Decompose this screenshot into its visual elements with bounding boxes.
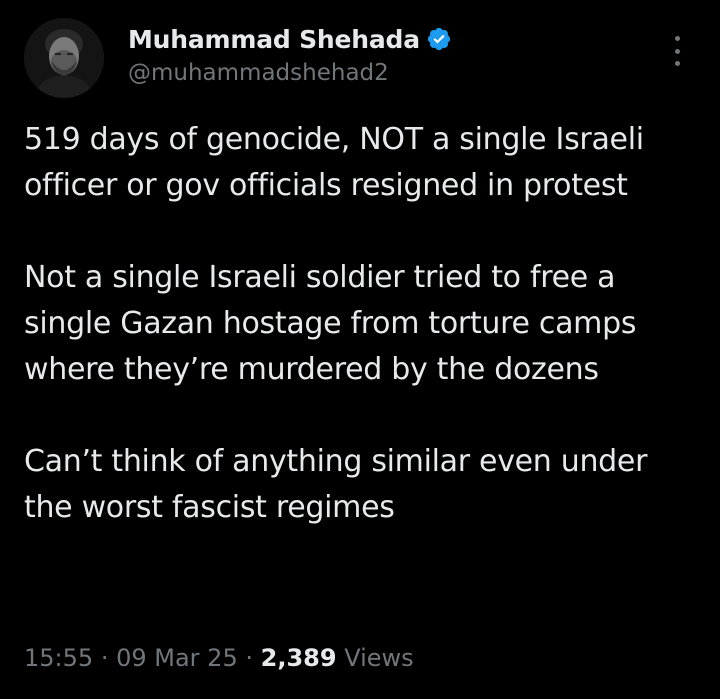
tweet-text: 519 days of genocide, NOT a single Israe… (24, 122, 648, 525)
meta-separator: · (100, 644, 109, 672)
author-handle[interactable]: @muhammadshehad2 (128, 60, 452, 86)
avatar[interactable] (24, 18, 104, 98)
tweet-detail: Muhammad Shehada @muhammadshehad2 519 da… (0, 0, 720, 699)
display-name[interactable]: Muhammad Shehada (128, 25, 420, 54)
more-dot (674, 61, 680, 66)
tweet-time[interactable]: 15:55 (24, 644, 93, 672)
views-label: Views (344, 644, 414, 672)
views-count[interactable]: 2,389 (261, 644, 337, 672)
display-name-row: Muhammad Shehada (128, 24, 452, 54)
meta-separator: · (245, 644, 253, 672)
author-names: Muhammad Shehada @muhammadshehad2 (128, 24, 452, 86)
verified-badge-icon[interactable] (426, 26, 452, 52)
tweet-meta: 15:55 · 09 Mar 25 · 2,389 Views (24, 644, 414, 672)
more-dot (674, 36, 680, 41)
tweet-header: Muhammad Shehada @muhammadshehad2 (24, 18, 696, 98)
more-options-icon[interactable] (670, 36, 684, 66)
avatar-image (24, 18, 104, 98)
tweet-date[interactable]: 09 Mar 25 (116, 644, 238, 672)
more-dot (674, 48, 680, 54)
